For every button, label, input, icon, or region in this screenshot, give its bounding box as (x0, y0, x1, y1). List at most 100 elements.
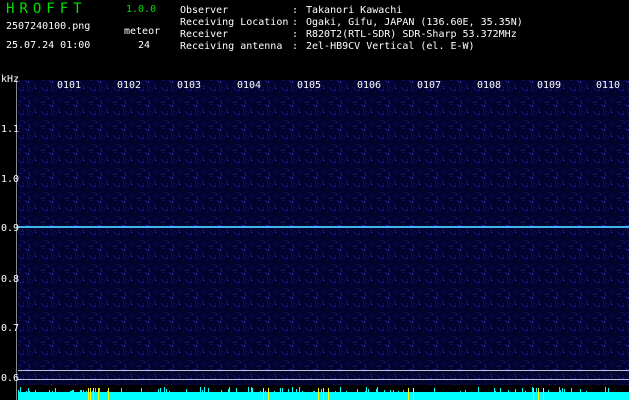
power-spike (166, 389, 167, 394)
spectrogram-area (18, 80, 629, 400)
x-tick-label: 0101 (56, 80, 82, 91)
power-spike (158, 389, 159, 394)
power-spike (299, 387, 300, 394)
power-spike (485, 392, 486, 394)
power-spike (384, 390, 385, 394)
power-spike (260, 391, 261, 394)
info-separator: : (292, 41, 299, 52)
power-spike (500, 388, 501, 394)
carrier-signal-line (18, 226, 629, 228)
meteor-marker (90, 388, 91, 400)
power-spike (252, 388, 253, 394)
power-spike (495, 391, 496, 394)
power-spike (83, 390, 84, 394)
meteor-marker (108, 388, 109, 400)
power-spike (229, 387, 230, 394)
meteor-marker (323, 388, 324, 400)
power-spike (377, 387, 378, 394)
power-spike (256, 392, 257, 394)
power-spike (586, 391, 587, 394)
power-spike (288, 389, 289, 394)
power-spike (494, 388, 495, 394)
info-separator: : (292, 29, 299, 40)
meteor-marker (88, 388, 89, 400)
spectrogram-canvas (18, 80, 629, 400)
meteor-marker (98, 388, 99, 400)
power-spike (522, 388, 523, 394)
power-spike (251, 387, 252, 394)
power-spike (394, 392, 395, 394)
power-spike (52, 391, 53, 394)
power-spike (287, 392, 288, 394)
meteor-marker (543, 388, 544, 400)
power-spike (560, 390, 561, 394)
power-spike (314, 391, 315, 394)
meteor-count: 24 (138, 40, 151, 51)
power-spike (562, 388, 563, 394)
power-spike (160, 388, 161, 394)
power-spike (348, 392, 349, 394)
meteor-marker (408, 388, 409, 400)
power-spike (532, 387, 533, 394)
y-tick-label: 0.6 (1, 373, 20, 384)
app-title: HROFFT (6, 1, 87, 17)
power-spike (313, 391, 314, 394)
info-label: Receiving Location (180, 17, 289, 28)
power-spike (548, 390, 549, 394)
power-spike (478, 387, 479, 394)
y-tick-label: 0.8 (1, 274, 20, 285)
power-spike (70, 391, 71, 394)
power-spike (169, 391, 170, 394)
power-spike (20, 387, 21, 394)
x-tick-label: 0104 (236, 80, 262, 91)
power-spike (248, 387, 249, 394)
power-spike (265, 391, 266, 394)
power-spike (121, 388, 122, 394)
power-spike (99, 388, 100, 394)
power-spike (80, 390, 81, 394)
power-spike (390, 390, 391, 394)
power-spike (321, 389, 322, 394)
power-spike (296, 389, 297, 394)
x-tick-label: 0108 (476, 80, 502, 91)
header-panel: HROFFT 1.0.0 2507240100.png 25.07.24 01:… (0, 0, 629, 78)
power-spike (204, 387, 205, 394)
power-spike (92, 391, 93, 394)
power-spike (480, 392, 481, 394)
power-spike (608, 388, 609, 394)
power-spike (280, 388, 281, 394)
power-spike (376, 389, 377, 394)
meteor-marker (328, 388, 329, 400)
info-separator: : (292, 17, 299, 28)
x-tick-label: 0106 (356, 80, 382, 91)
x-tick-label: 0105 (296, 80, 322, 91)
x-tick-label: 0110 (595, 80, 621, 91)
power-spike (508, 390, 509, 394)
power-spike (398, 391, 399, 394)
power-spike (236, 388, 237, 394)
x-tick-label: 0102 (116, 80, 142, 91)
power-spike (26, 391, 27, 394)
power-spike (141, 388, 142, 394)
power-spike (221, 390, 222, 394)
file-name: 2507240100.png (6, 21, 91, 32)
power-spike (219, 392, 220, 394)
info-label: Receiving antenna (180, 41, 283, 52)
power-spike (515, 389, 516, 394)
power-spike (95, 388, 96, 394)
power-spike (366, 387, 367, 394)
power-spike (564, 389, 565, 394)
y-tick-label: 1.0 (1, 174, 20, 185)
power-spike (340, 387, 341, 394)
power-spike (605, 387, 606, 394)
power-spike (346, 391, 347, 394)
power-spike (18, 390, 19, 394)
power-spike (302, 391, 303, 394)
info-value: 2el-HB9CV Vertical (el. E-W) (306, 41, 475, 52)
power-spike (250, 392, 251, 394)
info-value: Ogaki, Gifu, JAPAN (136.60E, 35.35N) (306, 17, 523, 28)
file-datetime: 25.07.24 01:00 (6, 40, 91, 51)
info-row-observer: Observer: Takanori Kawachi (180, 5, 402, 17)
power-spike (73, 390, 74, 394)
power-spike (228, 389, 229, 394)
